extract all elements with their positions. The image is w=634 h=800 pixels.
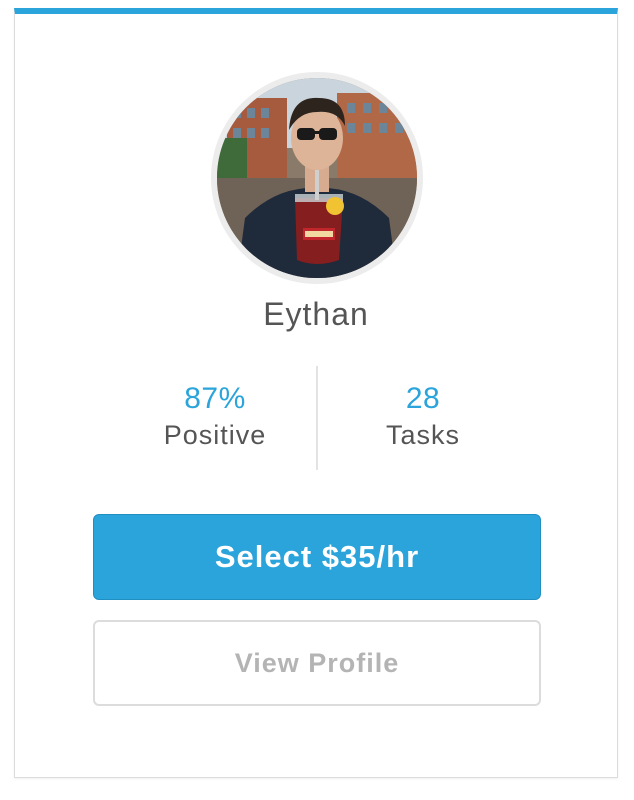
stat-tasks: 28 Tasks <box>323 380 523 452</box>
tasker-name: Eythan <box>263 296 369 332</box>
stat-positive: 87% Positive <box>115 380 315 452</box>
stat-tasks-value: 28 <box>405 382 441 415</box>
select-button[interactable]: Select $35/hr <box>93 514 541 600</box>
avatar[interactable] <box>217 78 417 278</box>
stats-divider <box>316 366 318 470</box>
stat-positive-value: 87% <box>184 382 246 415</box>
stat-tasks-label: Tasks <box>385 420 461 450</box>
avatar-frame <box>211 72 423 284</box>
stats-row: 87% Positive 28 Tasks <box>15 366 617 470</box>
avatar-photo <box>217 78 417 278</box>
view-profile-button[interactable]: View Profile <box>93 620 541 706</box>
stat-positive-label: Positive <box>163 420 267 450</box>
tasker-card: Eythan 87% Positive 28 Tasks Select $35/… <box>14 8 618 778</box>
